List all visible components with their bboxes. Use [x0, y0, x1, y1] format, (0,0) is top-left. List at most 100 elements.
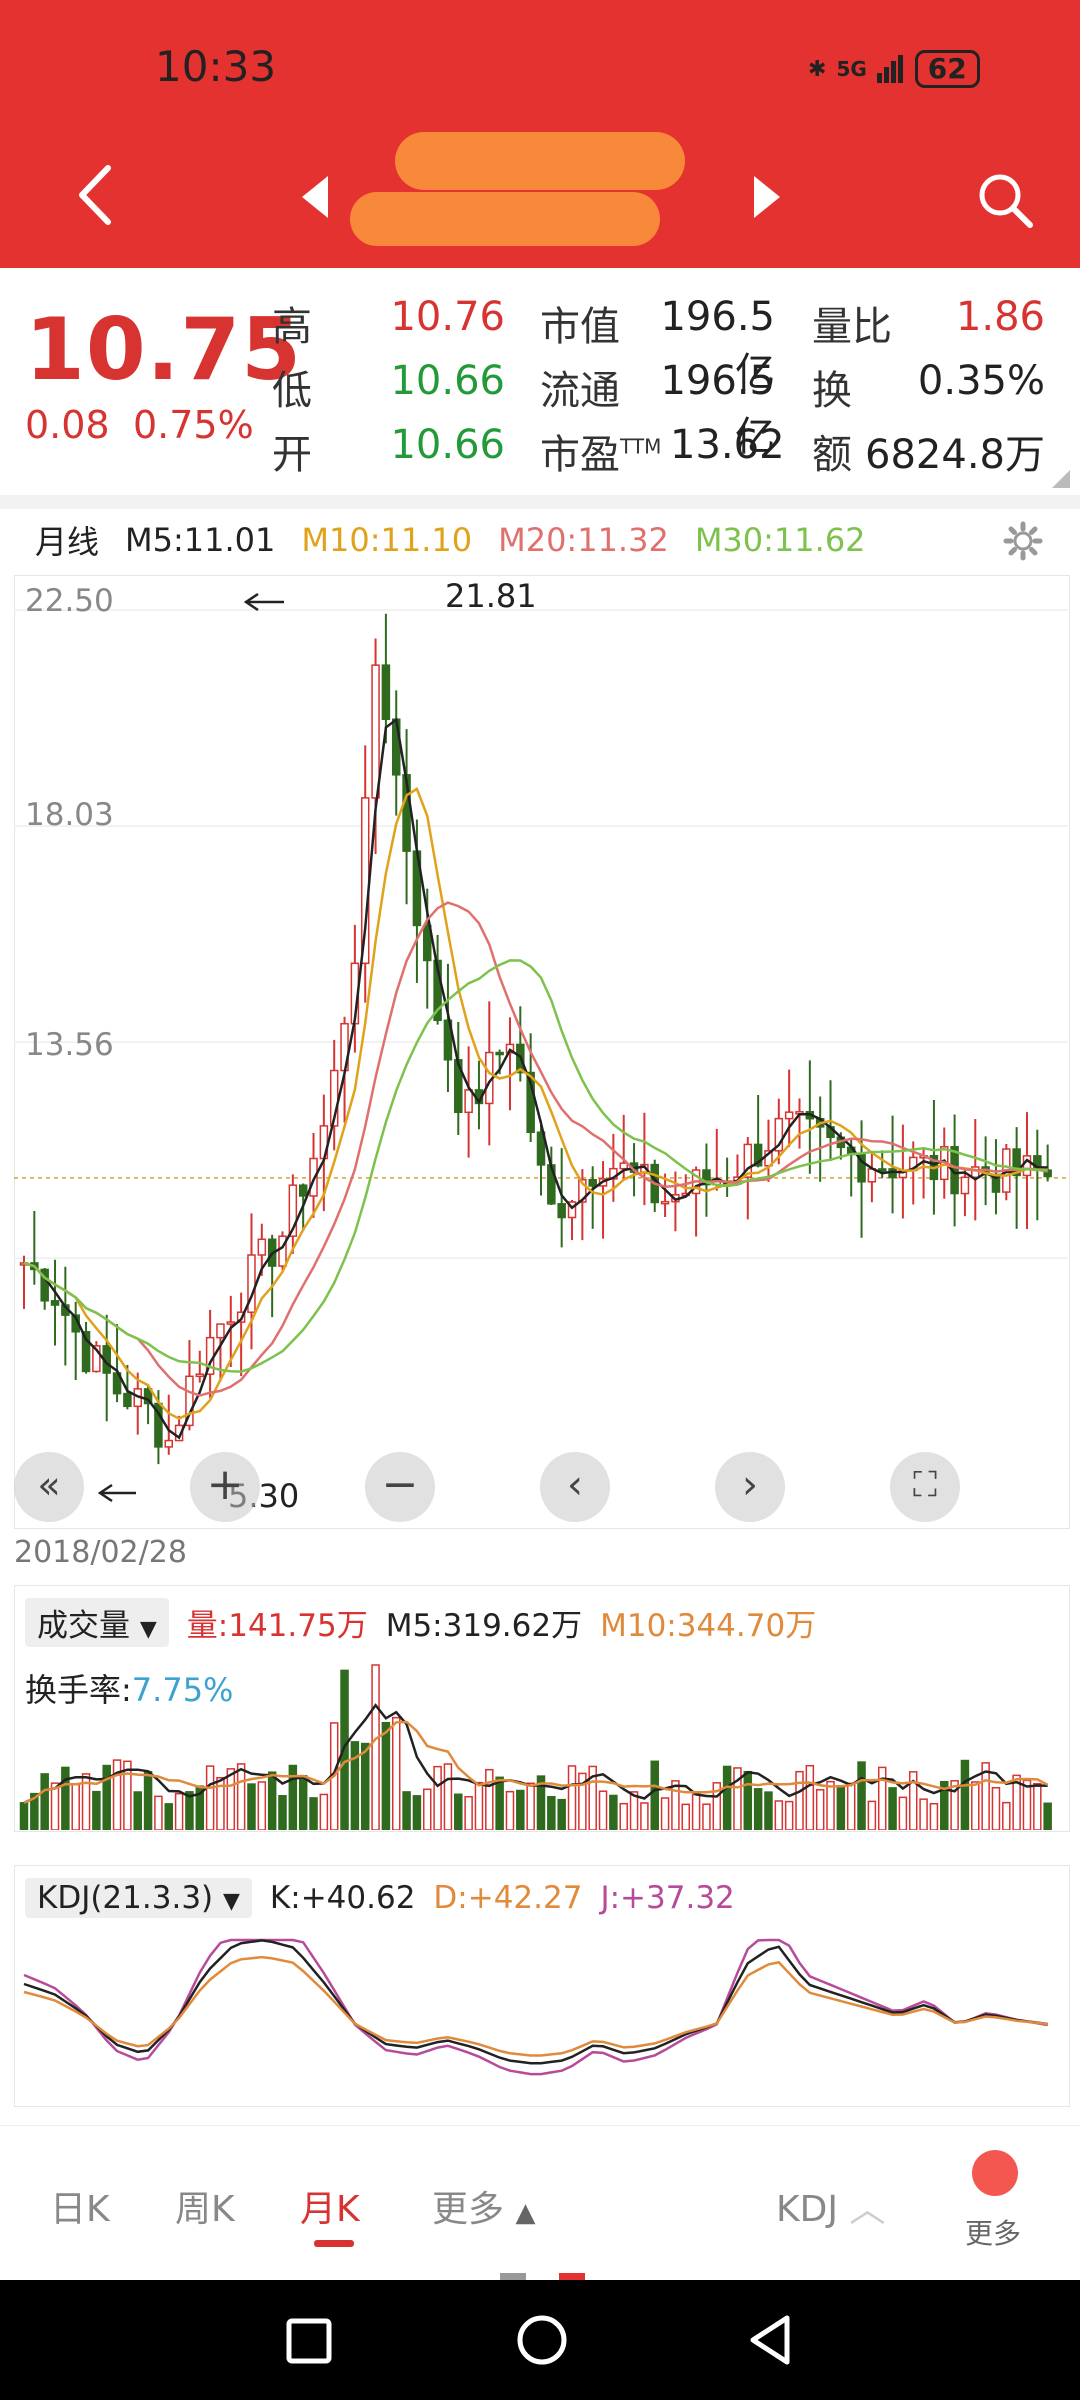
volume-bar — [567, 1765, 577, 1830]
volume-bar — [702, 1803, 711, 1830]
turnover-value: 0.35% — [917, 358, 1045, 404]
candle-body — [195, 1373, 205, 1378]
volume-bar — [319, 1793, 329, 1830]
volume-bar — [815, 1789, 825, 1830]
dropdown-caret-icon: ▼ — [139, 1617, 157, 1642]
volume-bar — [50, 1782, 60, 1830]
volume-bar — [205, 1765, 215, 1830]
volume-bar — [371, 1664, 380, 1830]
ma-legend: 月线 M5:11.01 M10:11.10 M20:11.32 M30:11.6… — [35, 515, 866, 565]
prev-stock-icon[interactable] — [300, 172, 330, 222]
price-change: 0.08 — [25, 403, 110, 447]
candle-body — [960, 1176, 970, 1195]
volume-indicator-dropdown[interactable]: 成交量 ▼ — [25, 1598, 169, 1647]
turnover-label: 换 — [812, 368, 852, 414]
current-price: 10.75 — [25, 300, 303, 400]
status-icons: ✱ 5G 62 — [808, 50, 980, 88]
chart-next-button[interactable]: › — [715, 1452, 785, 1522]
volume-bar — [774, 1800, 784, 1830]
period-label: 月线 — [35, 523, 100, 561]
market-cap-label: 市值 — [540, 304, 620, 350]
low-value: 10.66 — [390, 358, 505, 404]
status-time: 10:33 — [155, 42, 277, 91]
ma20-line — [23, 901, 1048, 1397]
tab-more[interactable]: 更多 ▲ — [432, 2180, 535, 2232]
bluetooth-icon: ✱ — [808, 56, 827, 82]
date-label: 2018/02/28 — [14, 1535, 187, 1570]
tab-indicator-kdj[interactable]: KDJ ︿ — [776, 2180, 885, 2232]
volume-bar — [309, 1797, 318, 1830]
chart-scroll-left-button[interactable]: « — [14, 1452, 84, 1522]
volume-bar — [278, 1795, 287, 1830]
chevron-up-icon: ︿ — [849, 2189, 886, 2230]
turnover-rate: 换手率:7.75% — [25, 1671, 234, 1709]
volume-bar — [1043, 1802, 1052, 1830]
volume-bar — [919, 1798, 928, 1830]
section-divider — [0, 495, 1080, 509]
active-tab-indicator — [314, 2240, 354, 2247]
volume-bar — [846, 1782, 856, 1830]
search-icon[interactable] — [975, 170, 1035, 230]
volume-bar — [516, 1789, 525, 1830]
recent-apps-icon[interactable] — [285, 2317, 335, 2367]
home-icon[interactable] — [515, 2313, 569, 2367]
volume-bar — [485, 1768, 494, 1830]
volume-bar — [991, 1786, 1001, 1830]
tab-week-k[interactable]: 周K — [175, 2180, 235, 2232]
chart-zoom-out-button[interactable]: − — [365, 1452, 435, 1522]
kdj-indicator-dropdown[interactable]: KDJ(21.3.3) ▼ — [25, 1878, 252, 1918]
volume-bar — [350, 1741, 360, 1830]
next-stock-icon[interactable] — [752, 172, 782, 222]
candle-body — [784, 1111, 794, 1120]
candle-body — [660, 1200, 670, 1205]
volume-bar — [722, 1765, 732, 1830]
volume-bar — [40, 1773, 49, 1830]
candle-body — [164, 1439, 174, 1448]
y-tick-top: 22.50 — [25, 583, 114, 619]
volume-bar — [877, 1766, 887, 1830]
back-nav-icon[interactable] — [745, 2313, 795, 2367]
more-menu-icon[interactable] — [972, 2150, 1018, 2196]
tab-day-k[interactable]: 日K — [50, 2180, 110, 2232]
back-arrow-icon[interactable] — [70, 160, 120, 230]
ma5-line — [23, 717, 1048, 1440]
open-value: 10.66 — [390, 422, 505, 468]
settings-gear-icon[interactable] — [1003, 521, 1043, 561]
more-menu-label[interactable]: 更多 — [965, 2212, 1021, 2252]
volume-bar — [154, 1795, 163, 1830]
price-change-percent: 0.75% — [133, 403, 254, 447]
kdj-j-line — [23, 1938, 1048, 2076]
amount-label: 额 — [812, 432, 852, 478]
chart-zoom-in-button[interactable]: + — [190, 1452, 260, 1522]
volume-bar — [133, 1791, 142, 1830]
expand-corner-icon[interactable] — [1052, 470, 1070, 488]
volume-bar — [691, 1793, 701, 1830]
ma10-label: M10:11.10 — [301, 521, 473, 559]
chart-fullscreen-button[interactable]: ⛶ — [890, 1452, 960, 1522]
volume-bar — [681, 1803, 691, 1830]
volume-bar — [753, 1788, 763, 1830]
volume-bar — [495, 1776, 504, 1830]
period-tab-bar — [0, 2125, 1080, 2281]
volume-bar — [784, 1800, 794, 1830]
volume-bar — [598, 1790, 608, 1830]
kdj-d-value: D:+42.27 — [433, 1880, 583, 1916]
chart-prev-button[interactable]: ‹ — [540, 1452, 610, 1522]
ma30-label: M30:11.62 — [694, 521, 866, 559]
ma5-label: M5:11.01 — [125, 521, 276, 559]
candle-body — [495, 1051, 504, 1056]
volume-ma10: M10:344.70万 — [600, 1608, 817, 1644]
volume-bar — [257, 1781, 267, 1830]
network-label: 5G — [836, 57, 867, 81]
volume-value: 量:141.75万 — [186, 1608, 368, 1644]
battery-icon: 62 — [914, 50, 980, 88]
tab-month-k[interactable]: 月K — [300, 2180, 360, 2232]
volume-bar — [867, 1800, 877, 1830]
amount-value: 6824.8万 — [865, 432, 1045, 478]
volume-ratio-value: 1.86 — [955, 294, 1045, 340]
volume-bar — [454, 1793, 463, 1830]
volume-bar — [236, 1763, 246, 1830]
high-value: 10.76 — [390, 294, 505, 340]
volume-bar — [226, 1768, 236, 1830]
candle-body — [619, 1162, 628, 1170]
